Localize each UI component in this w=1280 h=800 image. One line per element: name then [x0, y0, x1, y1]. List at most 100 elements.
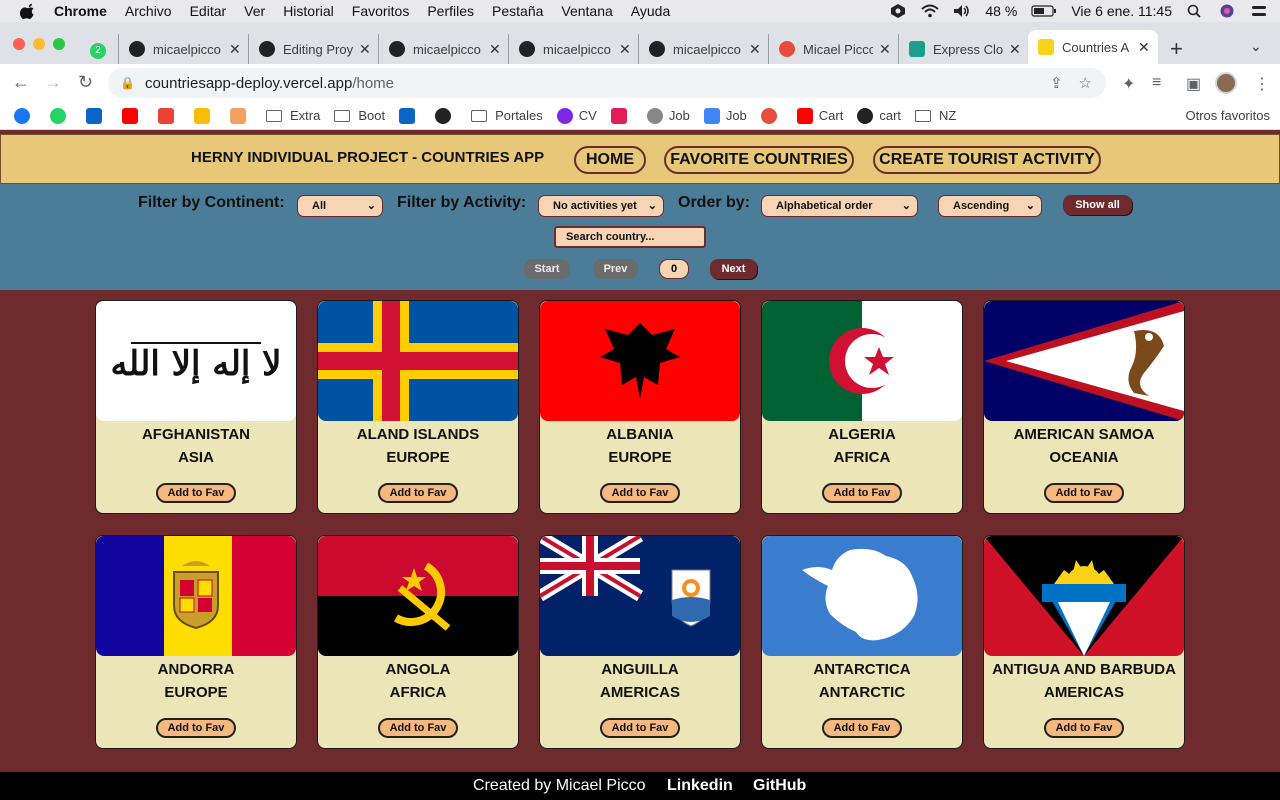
linkedin-link[interactable]: Linkedin: [667, 777, 733, 795]
order-select[interactable]: Alphabetical order ⌄: [761, 195, 918, 217]
bookmark-target[interactable]: [760, 107, 783, 124]
menu-favoritos[interactable]: Favoritos: [352, 3, 410, 19]
bookmark-folder-extra[interactable]: Extra: [266, 108, 320, 123]
add-to-fav-button[interactable]: Add to Fav: [822, 483, 902, 503]
address-bar[interactable]: 🔒 countriesapp-deploy.vercel.app/home ⇪ …: [108, 68, 1106, 98]
tab-7[interactable]: Express Clo ✕: [898, 34, 1021, 64]
close-icon[interactable]: ✕: [489, 41, 501, 58]
close-icon[interactable]: ✕: [229, 41, 241, 58]
continent-select[interactable]: All ⌄: [297, 195, 383, 217]
bookmark-folder-portales[interactable]: Portales: [471, 108, 543, 123]
github-link[interactable]: GitHub: [753, 777, 806, 795]
add-to-fav-button[interactable]: Add to Fav: [156, 483, 236, 503]
profile-avatar[interactable]: [1215, 72, 1237, 94]
tab-4[interactable]: micaelpicco ✕: [508, 34, 631, 64]
menu-archivo[interactable]: Archivo: [125, 3, 172, 19]
add-to-fav-button[interactable]: Add to Fav: [822, 718, 902, 738]
forward-icon[interactable]: →: [44, 72, 62, 93]
close-icon[interactable]: ✕: [879, 41, 891, 58]
share-icon[interactable]: ⇪: [1050, 74, 1063, 92]
tab-group-indicator[interactable]: 2: [90, 36, 114, 66]
window-minimize-button[interactable]: [33, 38, 45, 50]
menu-historial[interactable]: Historial: [283, 3, 334, 19]
menu-ayuda[interactable]: Ayuda: [631, 3, 670, 19]
bookmark-slack[interactable]: [610, 107, 633, 124]
bookmark-cube[interactable]: [230, 107, 252, 124]
menu-pestana[interactable]: Pestaña: [492, 3, 543, 19]
side-panel-icon[interactable]: ▣: [1186, 74, 1201, 94]
bookmark-drive[interactable]: [194, 107, 216, 124]
reading-list-icon[interactable]: ≡: [1152, 74, 1161, 92]
window-close-button[interactable]: [13, 38, 25, 50]
window-zoom-button[interactable]: [53, 38, 65, 50]
bookmark-job-search[interactable]: Job: [646, 107, 690, 124]
bookmark-linkedin[interactable]: [399, 107, 421, 124]
bookmark-facebook[interactable]: [14, 107, 36, 124]
other-bookmarks[interactable]: Otros favoritos: [1185, 108, 1270, 123]
add-to-fav-button[interactable]: Add to Fav: [156, 718, 236, 738]
bookmark-job-docs[interactable]: Job: [703, 107, 747, 124]
add-to-fav-button[interactable]: Add to Fav: [1044, 718, 1124, 738]
spotlight-search-icon[interactable]: [1186, 4, 1204, 18]
add-to-fav-button[interactable]: Add to Fav: [600, 483, 680, 503]
reload-icon[interactable]: ↻: [78, 72, 93, 93]
new-tab-button[interactable]: +: [1170, 36, 1183, 62]
bookmark-star-icon[interactable]: ☆: [1079, 74, 1092, 92]
pagination-start-button[interactable]: Start: [524, 259, 570, 279]
bookmark-whatsapp[interactable]: [50, 107, 72, 124]
direction-select[interactable]: Ascending ⌄: [938, 195, 1042, 217]
back-icon[interactable]: ←: [12, 72, 30, 93]
activity-select[interactable]: No activities yet ⌄: [538, 195, 664, 217]
search-input[interactable]: Search country...: [554, 226, 706, 248]
add-to-fav-button[interactable]: Add to Fav: [600, 718, 680, 738]
bookmark-cart-youtube[interactable]: Cart: [796, 107, 843, 124]
menu-ver[interactable]: Ver: [244, 3, 265, 19]
close-icon[interactable]: ✕: [1138, 39, 1150, 56]
volume-icon[interactable]: [953, 4, 971, 18]
close-icon[interactable]: ✕: [749, 41, 761, 58]
nav-favorites-button[interactable]: FAVORITE COUNTRIES: [664, 146, 854, 174]
tab-3[interactable]: micaelpicco ✕: [378, 34, 501, 64]
close-icon[interactable]: ✕: [1009, 41, 1021, 58]
wifi-icon[interactable]: [921, 4, 940, 18]
extensions-icon[interactable]: ✦: [1122, 74, 1135, 94]
battery-icon[interactable]: [1031, 4, 1057, 18]
nav-create-activity-button[interactable]: CREATE TOURIST ACTIVITY: [873, 146, 1101, 174]
add-to-fav-button[interactable]: Add to Fav: [378, 483, 458, 503]
bookmark-cart-github[interactable]: cart: [857, 107, 901, 124]
bookmark-gmail[interactable]: [158, 107, 180, 124]
bookmark-github[interactable]: [435, 107, 457, 124]
menu-perfiles[interactable]: Perfiles: [427, 3, 474, 19]
bookmark-folder-boot[interactable]: Boot: [334, 108, 385, 123]
add-to-fav-button[interactable]: Add to Fav: [378, 718, 458, 738]
bookmark-folder-nz[interactable]: NZ: [915, 108, 956, 123]
clock[interactable]: Vie 6 ene. 11:45: [1071, 3, 1172, 19]
apple-icon[interactable]: [20, 3, 36, 19]
tab-8-active[interactable]: Countries A ✕: [1028, 30, 1158, 64]
tab-5[interactable]: micaelpicco ✕: [638, 34, 761, 64]
bookmark-cv[interactable]: CV: [556, 107, 597, 124]
more-menu-icon[interactable]: ⋮: [1254, 74, 1270, 94]
close-icon[interactable]: ✕: [619, 41, 631, 58]
tab-1[interactable]: micaelpicco ✕: [118, 34, 241, 64]
show-all-button[interactable]: Show all: [1063, 195, 1132, 215]
siri-icon[interactable]: [1218, 4, 1236, 18]
menu-app-name[interactable]: Chrome: [54, 3, 107, 19]
chevron-down-icon[interactable]: ⌄: [1250, 38, 1262, 55]
pagination-prev-button[interactable]: Prev: [593, 259, 638, 279]
tab-2[interactable]: Editing Proy ✕: [248, 34, 371, 64]
tab-title: micaelpicco: [543, 41, 611, 57]
control-center-icon[interactable]: [1250, 4, 1268, 18]
menu-ventana[interactable]: Ventana: [561, 3, 612, 19]
tab-6[interactable]: Micael Picco ✕: [768, 34, 891, 64]
menu-editar[interactable]: Editar: [190, 3, 227, 19]
battery-percent: 48 %: [985, 3, 1018, 19]
nav-home-button[interactable]: HOME: [574, 146, 646, 174]
bookmark-youtube[interactable]: [122, 107, 144, 124]
close-icon[interactable]: ✕: [359, 41, 371, 58]
vpn-icon[interactable]: [889, 4, 907, 18]
bookmark-outlook[interactable]: [86, 107, 108, 124]
add-to-fav-button[interactable]: Add to Fav: [1044, 483, 1124, 503]
pagination-next-button[interactable]: Next: [710, 259, 757, 279]
lock-icon[interactable]: 🔒: [120, 76, 135, 90]
